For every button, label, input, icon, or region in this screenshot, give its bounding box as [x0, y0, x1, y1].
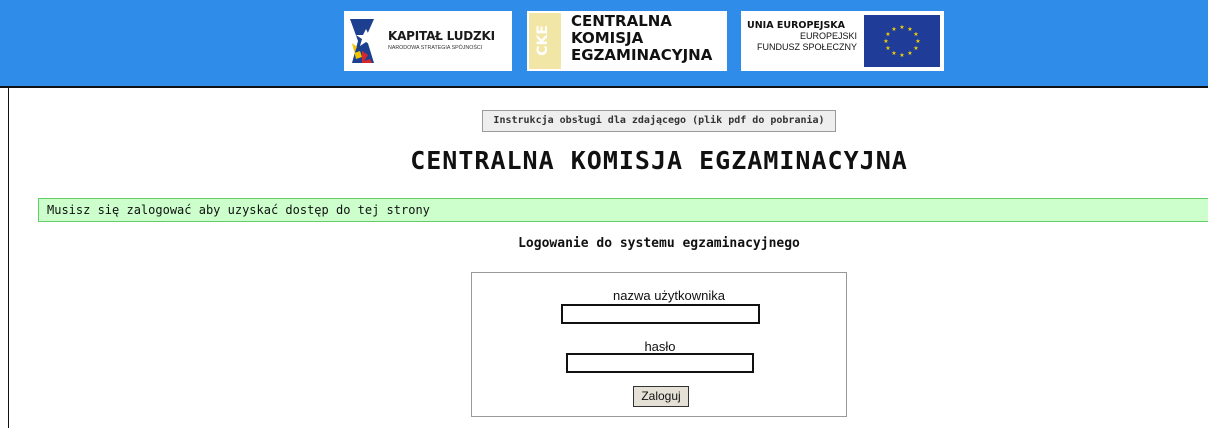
page-title: CENTRALNA KOMISJA EGZAMINACYJNA [410, 146, 908, 175]
eu-line-2: EUROPEJSKI [799, 31, 857, 41]
svg-text:★: ★ [885, 45, 890, 52]
username-label: nazwa użytkownika [613, 288, 725, 303]
logo-strip: KAPITAŁ LUDZKI NARODOWA STRATEGIA SPÓJNO… [344, 11, 944, 71]
cke-line-3: EGZAMINACYJNA [571, 46, 713, 64]
password-label: hasło [644, 339, 676, 354]
page: KAPITAŁ LUDZKI NARODOWA STRATEGIA SPÓJNO… [0, 0, 1208, 428]
login-form: nazwa użytkownika hasło Zaloguj [471, 272, 847, 417]
svg-text:★: ★ [915, 38, 920, 45]
kapital-ludzki-subtitle: NARODOWA STRATEGIA SPÓJNOŚCI [388, 45, 483, 51]
password-input[interactable] [566, 353, 754, 373]
cke-logo: CKE CENTRALNA KOMISJA EGZAMINACYJNA [527, 11, 727, 71]
login-heading: Logowanie do systemu egzaminacyjnego [518, 236, 800, 251]
svg-text:★: ★ [891, 50, 896, 57]
svg-text:★: ★ [907, 26, 912, 33]
kapital-ludzki-title: KAPITAŁ LUDZKI [388, 29, 495, 43]
login-submit-button[interactable]: Zaloguj [633, 386, 689, 407]
svg-text:★: ★ [913, 31, 918, 38]
username-input[interactable] [561, 304, 760, 324]
cke-line-2: KOMISJA [571, 29, 644, 47]
svg-text:★: ★ [885, 31, 890, 38]
eu-logo: UNIA EUROPEJSKA EUROPEJSKI FUNDUSZ SPOŁE… [741, 11, 944, 71]
header-banner: KAPITAŁ LUDZKI NARODOWA STRATEGIA SPÓJNO… [0, 0, 1208, 88]
left-border-rule [8, 88, 9, 428]
eu-line-1: UNIA EUROPEJSKA [747, 20, 845, 31]
svg-text:★: ★ [913, 45, 918, 52]
svg-text:★: ★ [899, 24, 904, 31]
cke-logo-text: CENTRALNA KOMISJA EGZAMINACYJNA [571, 13, 712, 64]
eu-line-3: FUNDUSZ SPOŁECZNY [756, 42, 857, 52]
kapital-ludzki-emblem-icon [348, 15, 378, 67]
svg-text:★: ★ [907, 50, 912, 57]
cke-badge: CKE [529, 13, 561, 69]
login-required-notice: Musisz się zalogować aby uzyskać dostęp … [38, 198, 1208, 222]
kapital-ludzki-logo: KAPITAŁ LUDZKI NARODOWA STRATEGIA SPÓJNO… [344, 11, 512, 71]
cke-badge-text: CKE [535, 25, 551, 56]
instruction-pdf-button[interactable]: Instrukcja obsługi dla zdającego (plik p… [482, 110, 836, 132]
eu-logo-text: UNIA EUROPEJSKA EUROPEJSKI FUNDUSZ SPOŁE… [747, 20, 857, 53]
svg-text:★: ★ [883, 38, 888, 45]
cke-line-1: CENTRALNA [571, 12, 672, 30]
svg-text:★: ★ [891, 26, 896, 33]
eu-flag-icon: ★ ★ ★ ★ ★ ★ ★ ★ ★ ★ ★ ★ [864, 15, 940, 67]
svg-text:★: ★ [899, 52, 904, 59]
